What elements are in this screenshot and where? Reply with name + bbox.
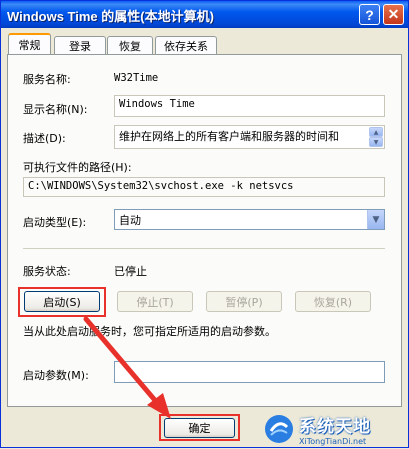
service-name-label: 服务名称:: [23, 73, 71, 86]
display-name-field[interactable]: Windows Time: [114, 95, 385, 117]
resume-button[interactable]: 恢复(R): [295, 291, 371, 312]
close-icon[interactable]: ✕: [383, 4, 404, 25]
start-button[interactable]: 启动(S): [24, 291, 100, 312]
tab-dependencies[interactable]: 依存关系: [155, 36, 217, 54]
hint-text: 当从此处启动服务时，您可指定所适用的启动参数。: [23, 325, 276, 338]
annotation-highlight-ok: [159, 414, 240, 441]
description-field[interactable]: 维护在网络上的所有客户端和服务器的时间和 ▲ ▼: [114, 125, 385, 149]
title-bar[interactable]: Windows Time 的属性(本地计算机) ? ✕: [1, 1, 408, 28]
startup-type-select[interactable]: 自动 ▼: [114, 209, 385, 230]
pause-button[interactable]: 暂停(P): [206, 291, 282, 312]
tab-recovery[interactable]: 恢复: [107, 36, 153, 54]
exe-path-label: 可执行文件的路径(H):: [23, 161, 132, 174]
service-status-label: 服务状态:: [23, 265, 71, 278]
watermark-subtext: XiTongTianDi.net: [299, 437, 367, 446]
divider: [23, 248, 385, 249]
chevron-down-icon[interactable]: ▼: [367, 210, 384, 229]
display-name-label: 显示名称(N):: [23, 103, 88, 116]
stop-button[interactable]: 停止(T): [117, 291, 193, 312]
window-title: Windows Time 的属性(本地计算机): [7, 9, 214, 24]
startup-type-label: 启动类型(E):: [23, 216, 87, 229]
scroll-down-icon[interactable]: ▼: [369, 137, 383, 147]
start-params-label: 启动参数(M):: [23, 369, 89, 382]
exe-path-field: C:\WINDOWS\System32\svchost.exe -k netsv…: [23, 177, 385, 197]
properties-dialog: Windows Time 的属性(本地计算机) ? ✕ 常规 登录 恢复 依存关…: [0, 0, 409, 448]
description-label: 描述(D):: [23, 132, 66, 145]
tab-general[interactable]: 常规: [8, 33, 51, 54]
description-text: 维护在网络上的所有客户端和服务器的时间和: [119, 130, 339, 143]
help-icon[interactable]: ?: [359, 4, 380, 25]
startup-type-value: 自动: [119, 214, 141, 227]
service-status-value: 已停止: [114, 265, 147, 278]
watermark-logo-icon: [265, 415, 293, 443]
watermark: 系统天地 XiTongTianDi.net: [263, 411, 407, 447]
general-tab-panel: 服务名称: W32Time 显示名称(N): Windows Time 描述(D…: [7, 54, 402, 407]
tab-logon[interactable]: 登录: [54, 36, 106, 54]
scroll-up-icon[interactable]: ▲: [369, 127, 383, 137]
watermark-text: 系统天地: [299, 417, 371, 437]
start-params-input[interactable]: [114, 361, 385, 383]
service-name-value: W32Time: [114, 72, 159, 84]
